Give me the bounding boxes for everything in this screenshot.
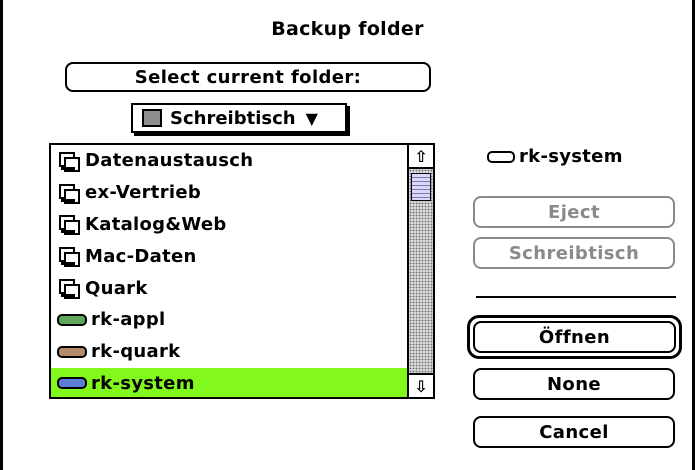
list-item[interactable]: Datenaustausch (51, 145, 407, 177)
current-volume: rk-system (487, 146, 623, 167)
divider (476, 296, 676, 298)
shared-folder-icon (57, 150, 80, 172)
list-item-label: Quark (85, 277, 148, 299)
scroll-thumb[interactable] (411, 173, 431, 201)
list-item-label: Datenaustausch (85, 150, 254, 172)
list-item-label: Mac-Daten (85, 245, 197, 267)
desktop-button[interactable]: Schreibtisch (473, 237, 675, 269)
list-item[interactable]: Mac-Daten (51, 240, 407, 272)
list-item[interactable]: ex-Vertrieb (51, 177, 407, 209)
location-popup-label: Schreibtisch (170, 107, 296, 129)
shared-folder-icon (57, 245, 80, 268)
shared-folder-icon (57, 277, 80, 300)
volume-icon (57, 377, 87, 390)
list-item[interactable]: rk-appl (51, 304, 407, 336)
file-list-rows: Datenaustausch ex-Vertrieb Katalog&Web Mac-… (51, 145, 407, 397)
list-item[interactable]: rk-system (51, 367, 407, 397)
open-button[interactable]: Öffnen (473, 321, 676, 353)
file-list[interactable]: Datenaustausch ex-Vertrieb Katalog&Web Mac-… (49, 143, 435, 399)
scroll-up-arrow-icon[interactable]: ⇧ (409, 145, 433, 169)
list-item[interactable]: Quark (51, 272, 407, 304)
backup-folder-dialog: Backup folder Select current folder: Sch… (0, 0, 695, 470)
location-popup[interactable]: Schreibtisch ▼ (131, 103, 347, 133)
none-button[interactable]: None (473, 368, 675, 400)
volume-icon (57, 345, 87, 358)
select-current-folder-button[interactable]: Select current folder: (65, 62, 431, 92)
list-item[interactable]: rk-quark (51, 336, 407, 368)
shared-folder-icon (57, 182, 80, 204)
volume-icon (487, 150, 515, 163)
list-item-label: ex-Vertrieb (85, 182, 202, 204)
current-volume-label: rk-system (519, 146, 623, 167)
shared-folder-icon (57, 213, 80, 236)
dialog-title: Backup folder (271, 18, 424, 40)
list-item-label: rk-system (91, 372, 195, 394)
list-item-label: rk-quark (91, 341, 181, 363)
vertical-scrollbar[interactable]: ⇧ ⇩ (407, 145, 433, 397)
volume-icon (57, 313, 87, 326)
list-item-label: rk-appl (91, 309, 166, 331)
chevron-down-icon: ▼ (305, 108, 318, 128)
eject-button[interactable]: Eject (473, 196, 675, 228)
list-item[interactable]: Katalog&Web (51, 209, 407, 241)
cancel-button[interactable]: Cancel (473, 416, 675, 448)
list-item-label: Katalog&Web (85, 213, 227, 235)
scroll-down-arrow-icon[interactable]: ⇩ (409, 373, 433, 397)
hard-disk-icon (142, 109, 162, 127)
